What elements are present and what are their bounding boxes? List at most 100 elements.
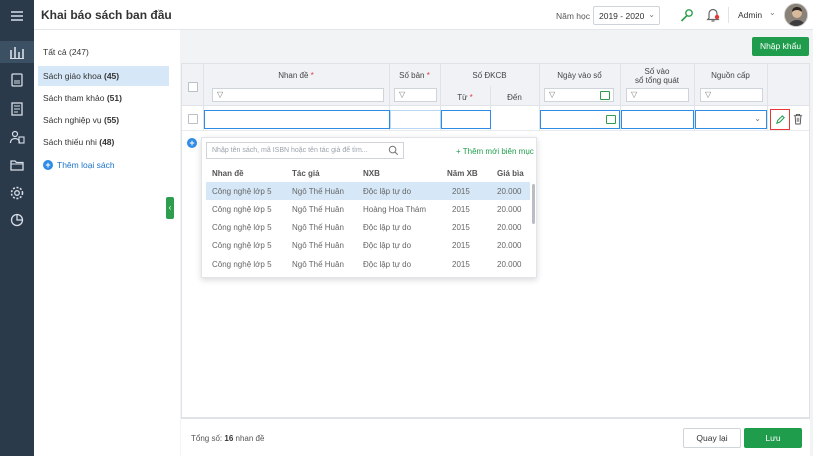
title-input[interactable] <box>204 110 390 129</box>
top-header: Khai báo sách ban đầu Năm học 2019 - 202… <box>34 0 813 30</box>
header-from: Từ * <box>457 93 473 102</box>
bell-icon[interactable] <box>705 6 721 23</box>
list-item[interactable]: Công nghệ lớp 5 Ngô Thế Huân Độc lập tự … <box>206 218 530 236</box>
header-date-in: Ngày vào sổ <box>557 71 602 80</box>
category-all[interactable]: Tất cả (247) <box>43 47 89 57</box>
edit-row-button[interactable] <box>770 109 790 130</box>
list-item[interactable]: Công nghệ lớp 5 Ngô Thế Huân Độc lập tự … <box>206 236 530 254</box>
category-item-children[interactable]: Sách thiếu nhi (48) <box>38 132 169 152</box>
delete-row-button[interactable] <box>792 112 804 126</box>
pie-chart-icon[interactable] <box>7 210 27 230</box>
date-in-input[interactable] <box>540 110 620 129</box>
category-item-count: (45) <box>103 71 120 81</box>
cell-year: 2015 <box>452 241 470 250</box>
plus-circle-icon: + <box>187 138 197 148</box>
save-button[interactable]: Lưu <box>744 428 802 448</box>
list-item[interactable]: Công nghệ lớp 5 Ngô Thế Huân Hoàng Hoa T… <box>206 200 530 218</box>
category-item-count: (55) <box>103 115 120 125</box>
chevron-down-icon: ⌄ <box>754 114 761 123</box>
left-nav-rail <box>0 0 34 456</box>
folder-icon[interactable] <box>7 155 27 175</box>
footer-bar: Tổng số: 16 nhan đề Quay lại Lưu <box>181 418 810 456</box>
category-item-count: (51) <box>106 93 122 103</box>
category-item-professional[interactable]: Sách nghiệp vụ (55) <box>38 110 169 130</box>
cell-publisher: Độc lập tự do <box>363 223 412 232</box>
filter-title-input[interactable]: ▽ <box>212 88 384 102</box>
tools-icon[interactable] <box>679 7 695 23</box>
cell-author: Ngô Thế Huân <box>292 241 344 250</box>
chevron-down-icon: ⌄ <box>648 10 655 19</box>
header-copies: Số bản * <box>399 71 430 80</box>
category-panel: Tất cả (247) Sách giáo khoa (45) Sách th… <box>34 30 179 456</box>
category-all-count: (247) <box>69 47 89 57</box>
cell-price: 20.000 <box>497 260 522 269</box>
page-title: Khai báo sách ban đầu <box>41 8 172 22</box>
search-icon <box>388 145 399 156</box>
category-all-label: Tất cả <box>43 47 67 57</box>
filter-ledger-input[interactable]: ▽ <box>626 88 689 102</box>
select-all-checkbox[interactable] <box>188 82 198 92</box>
gear-icon[interactable] <box>7 183 27 203</box>
book-icon[interactable] <box>7 70 27 90</box>
plus-circle-icon: + <box>43 160 53 170</box>
filter-date-input[interactable]: ▽ <box>544 88 614 102</box>
cell-year: 2015 <box>452 205 470 214</box>
header-dkcb: Số ĐKCB <box>472 71 507 80</box>
chart-bars-icon[interactable] <box>0 41 34 63</box>
filter-icon: ▽ <box>705 90 712 99</box>
total-count: Tổng số: 16 nhan đề <box>191 434 265 443</box>
header-ledger: Số vào sổ tổng quát <box>634 67 680 85</box>
header-divider <box>728 7 729 23</box>
copies-input[interactable] <box>390 110 441 129</box>
dkcb-from-input[interactable] <box>441 110 491 129</box>
add-row-button[interactable]: + <box>187 138 197 148</box>
cell-publisher: Độc lập tự do <box>363 187 412 196</box>
category-item-textbook[interactable]: Sách giáo khoa (45) <box>38 66 169 86</box>
calendar-icon <box>606 115 616 124</box>
category-item-reference[interactable]: Sách tham khảo (51) <box>38 88 169 108</box>
header-title: Nhan đề * <box>278 71 314 80</box>
cell-author: Ngô Thế Huân <box>292 223 344 232</box>
cell-publisher: Độc lập tự do <box>363 241 412 250</box>
cell-year: 2015 <box>452 223 470 232</box>
scrollbar[interactable] <box>532 184 535 224</box>
category-item-label: Sách nghiệp vụ <box>43 115 102 125</box>
filter-icon: ▽ <box>399 90 406 99</box>
cell-price: 20.000 <box>497 187 522 196</box>
chevron-down-icon[interactable]: ⌄ <box>769 8 776 17</box>
cell-price: 20.000 <box>497 205 522 214</box>
header-to: Đến <box>507 93 522 102</box>
pencil-icon <box>775 115 785 124</box>
source-select[interactable]: ⌄ <box>695 110 767 129</box>
add-category-link[interactable]: + Thêm loại sách <box>43 160 115 170</box>
cell-price: 20.000 <box>497 223 522 232</box>
search-placeholder: Nhập tên sách, mã ISBN hoặc tên tác giả … <box>212 147 368 154</box>
add-new-catalog-link[interactable]: + Thêm mới biên mục <box>456 147 534 156</box>
school-year-select[interactable]: 2019 - 2020 ⌄ <box>593 6 660 25</box>
menu-icon[interactable] <box>7 6 27 26</box>
trash-icon <box>793 113 803 125</box>
cell-title: Công nghệ lớp 5 <box>212 187 272 196</box>
book-search-input[interactable]: Nhập tên sách, mã ISBN hoặc tên tác giả … <box>206 142 404 159</box>
cell-title: Công nghệ lớp 5 <box>212 223 272 232</box>
filter-copies-input[interactable]: ▽ <box>394 88 437 102</box>
document-icon[interactable] <box>7 99 27 119</box>
filter-source-input[interactable]: ▽ <box>700 88 763 102</box>
avatar[interactable] <box>784 3 808 27</box>
row-checkbox[interactable] <box>188 114 198 124</box>
ledger-input[interactable] <box>621 110 694 129</box>
list-item[interactable]: Công nghệ lớp 5 Ngô Thế Huân Độc lập tự … <box>206 255 530 273</box>
book-search-dropdown: Nhập tên sách, mã ISBN hoặc tên tác giả … <box>201 137 537 278</box>
column-header: Năm XB <box>447 169 478 178</box>
user-name[interactable]: Admin <box>738 10 762 20</box>
list-item[interactable]: Công nghệ lớp 5 Ngô Thế Huân Độc lập tự … <box>206 182 530 200</box>
column-header: NXB <box>363 169 380 178</box>
import-button[interactable]: Nhập khẩu <box>752 37 809 56</box>
column-header: Nhan đề <box>212 169 244 178</box>
collapse-panel-toggle[interactable]: ‹ <box>166 197 174 219</box>
cell-year: 2015 <box>452 187 470 196</box>
back-button[interactable]: Quay lại <box>683 428 741 448</box>
users-icon[interactable] <box>7 127 27 147</box>
filter-icon: ▽ <box>549 90 556 99</box>
add-category-label: Thêm loại sách <box>57 160 115 170</box>
